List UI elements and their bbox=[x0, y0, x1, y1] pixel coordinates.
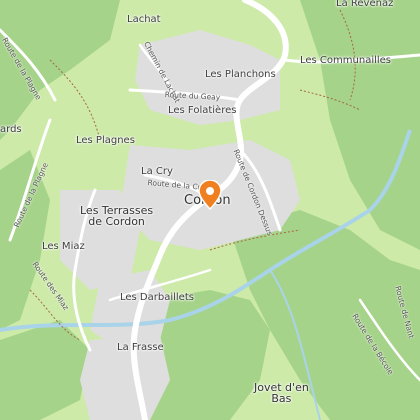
place-la-cry: La Cry bbox=[141, 166, 173, 177]
place-les-terrasses-line2: de Cordon bbox=[88, 215, 145, 228]
place-les-communailles: Les Communailles bbox=[300, 55, 392, 66]
place-la-frasse: La Frasse bbox=[117, 342, 164, 353]
location-pin-icon-shape bbox=[198, 180, 222, 210]
place-jovet-line2: Bas bbox=[271, 392, 292, 405]
place-ards: ards bbox=[0, 124, 22, 135]
place-les-folatieres: Les Folatières bbox=[168, 105, 237, 116]
place-les-planchons: Les Planchons bbox=[205, 69, 276, 80]
map-view[interactable]: Lachat La Revenaz Les Planchons Les Comm… bbox=[0, 0, 420, 420]
place-la-revenaz: La Revenaz bbox=[336, 0, 394, 9]
place-jovet-den-bas: Jovet d'en Bas bbox=[254, 382, 309, 404]
place-lachat: Lachat bbox=[127, 14, 161, 25]
place-les-terrasses-de-cordon: Les Terrasses de Cordon bbox=[80, 205, 153, 227]
place-les-plagnes: Les Plagnes bbox=[76, 135, 135, 146]
place-les-miaz: Les Miaz bbox=[42, 241, 85, 252]
place-les-darbaillets: Les Darbaillets bbox=[120, 292, 194, 303]
location-pin-icon[interactable] bbox=[197, 180, 223, 210]
